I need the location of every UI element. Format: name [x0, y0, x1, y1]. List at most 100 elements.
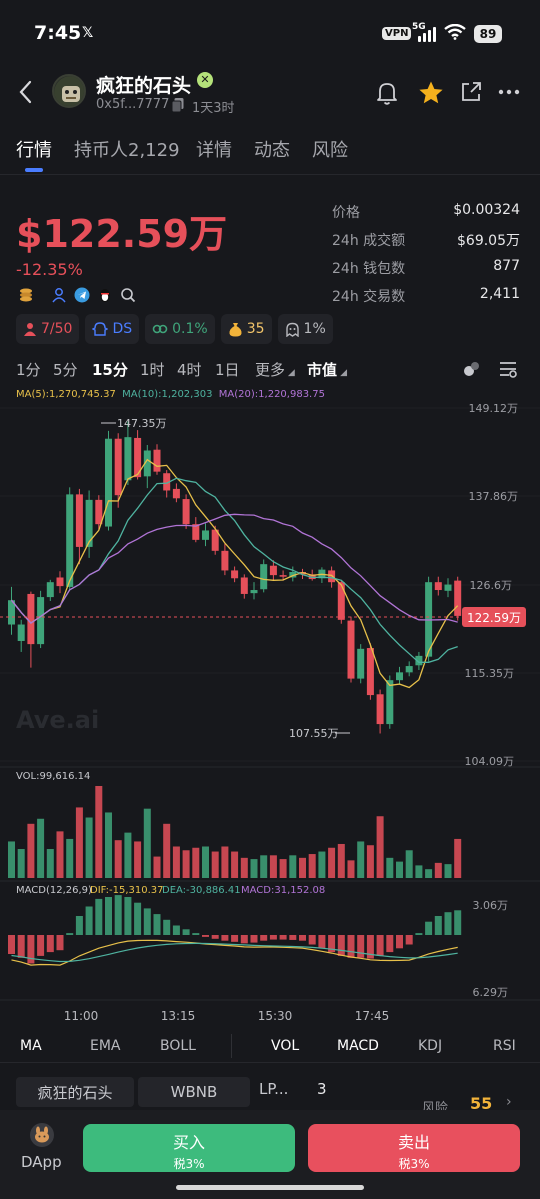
macd-bar [308, 935, 316, 945]
share-icon[interactable] [459, 80, 483, 104]
ind-vol[interactable]: VOL [271, 1038, 299, 1054]
volume-bar [299, 857, 306, 878]
pair-tab-quote[interactable]: WBNB [138, 1077, 250, 1107]
sell-button[interactable]: 卖出 税3% [308, 1124, 520, 1172]
battery-icon: 89 [474, 25, 502, 43]
tf-1d[interactable]: 1日 [215, 359, 240, 380]
chip-link-value: 0.1% [172, 321, 208, 337]
ind-ema[interactable]: EMA [90, 1038, 121, 1054]
tab-market[interactable]: 行情 [16, 136, 52, 162]
status-bar: 7:45 𝕏 VPN 5G 89 [0, 0, 540, 70]
volume-bar [105, 812, 112, 878]
tf-more[interactable]: 更多 ◢ [255, 359, 295, 380]
telegram-icon[interactable] [72, 285, 91, 304]
candle [337, 582, 345, 620]
macd-bar [269, 935, 277, 940]
chart-settings-icon[interactable] [497, 358, 519, 380]
token-address[interactable]: 0x5f...7777 [96, 97, 169, 112]
tab-activity[interactable]: 动态 [254, 136, 290, 162]
price-axis: 149.12万 137.86万 126.6万 115.35万 104.09万 [465, 402, 519, 768]
ind-rsi[interactable]: RSI [493, 1038, 516, 1054]
macd-bar [192, 933, 200, 935]
volume-bar [357, 841, 365, 878]
chip-insiders-value: 7/50 [41, 321, 73, 337]
mode-select[interactable]: 市值 ◢ [307, 359, 347, 380]
ind-boll[interactable]: BOLL [160, 1038, 196, 1054]
price-axis-label: 115.35万 [465, 667, 515, 680]
penguin-icon[interactable] [95, 285, 114, 304]
bell-icon[interactable] [374, 80, 400, 106]
chip-ghost[interactable]: 1% [277, 314, 333, 344]
macd-bar [46, 935, 54, 953]
chip-bundles-value: 35 [246, 321, 265, 337]
buy-button[interactable]: 买入 税3% [83, 1124, 295, 1172]
link-icon [152, 324, 168, 334]
candle [56, 577, 64, 587]
dapp-icon[interactable] [30, 1123, 54, 1147]
sell-label: 卖出 [397, 1133, 430, 1152]
chip-insiders[interactable]: 7/50 [16, 314, 80, 344]
macd-bar [231, 935, 239, 942]
tf-15m[interactable]: 15分 [92, 359, 128, 380]
tf-more-label: 更多 [255, 361, 286, 379]
tf-4h[interactable]: 4时 [177, 359, 202, 380]
candle [376, 694, 384, 725]
tf-1h[interactable]: 1时 [140, 359, 165, 380]
candlestick-chart[interactable]: 149.12万 137.86万 126.6万 115.35万 104.09万 A… [0, 395, 540, 1035]
tab-details[interactable]: 详情 [196, 136, 232, 162]
tf-5m[interactable]: 5分 [53, 359, 78, 380]
more-icon[interactable] [497, 80, 521, 104]
pair-tab-token[interactable]: 疯狂的石头 [16, 1077, 134, 1107]
macd-bar [211, 935, 219, 939]
ind-ma[interactable]: MA [20, 1038, 42, 1054]
candle [114, 438, 122, 496]
separator [39, 285, 45, 304]
ind-kdj[interactable]: KDJ [418, 1038, 442, 1054]
buy-label: 买入 [172, 1133, 205, 1152]
chip-link[interactable]: 0.1% [145, 314, 215, 344]
macd-bar [153, 914, 161, 935]
back-icon[interactable] [16, 78, 36, 106]
dapp-label[interactable]: DApp [21, 1153, 62, 1171]
macd-bar [105, 897, 112, 935]
candle [454, 580, 462, 616]
candle [444, 584, 452, 591]
tab-holders[interactable]: 持币人2,129 [74, 136, 180, 162]
stat-price-key: 价格 [332, 205, 360, 221]
candle [153, 449, 161, 472]
candle [396, 672, 403, 681]
stat-volume-value: $69.05万 [457, 233, 520, 249]
chip-bundles[interactable]: 35 [220, 314, 272, 344]
candle [75, 494, 83, 547]
search-icon[interactable] [118, 285, 137, 304]
copy-icon[interactable] [171, 97, 185, 113]
token-avatar [52, 74, 86, 108]
macd-bar [318, 935, 326, 949]
tab-risk[interactable]: 风险 [312, 136, 348, 162]
macd-bar [172, 925, 180, 935]
indicator-settings-icon[interactable] [460, 358, 482, 380]
chip-dev-value: DS [112, 321, 133, 337]
market-cap-value: $122.59万 [16, 212, 228, 256]
volume-bar [415, 865, 423, 878]
macd-bar [386, 935, 394, 953]
stat-price-value: $0.00324 [453, 202, 520, 218]
macd-bar [8, 935, 15, 954]
tf-1m[interactable]: 1分 [16, 359, 41, 380]
candle [46, 582, 54, 598]
macd-bar [279, 935, 287, 940]
star-icon[interactable] [417, 80, 445, 106]
volume-bar [396, 861, 403, 878]
pair-tab-lp[interactable]: LP... [259, 1080, 288, 1098]
tab-divider [0, 174, 540, 175]
coins-icon[interactable] [16, 285, 35, 304]
chip-dev[interactable]: DS [85, 314, 140, 344]
macd-bar [56, 935, 64, 951]
vpn-badge: VPN [382, 27, 412, 40]
chevron-right-icon[interactable]: › [506, 1094, 512, 1110]
ind-macd[interactable]: MACD [337, 1038, 379, 1054]
volume-bar [289, 855, 297, 878]
macd-bar [143, 908, 151, 935]
volume-bar [95, 786, 103, 878]
user-icon[interactable] [49, 285, 68, 304]
